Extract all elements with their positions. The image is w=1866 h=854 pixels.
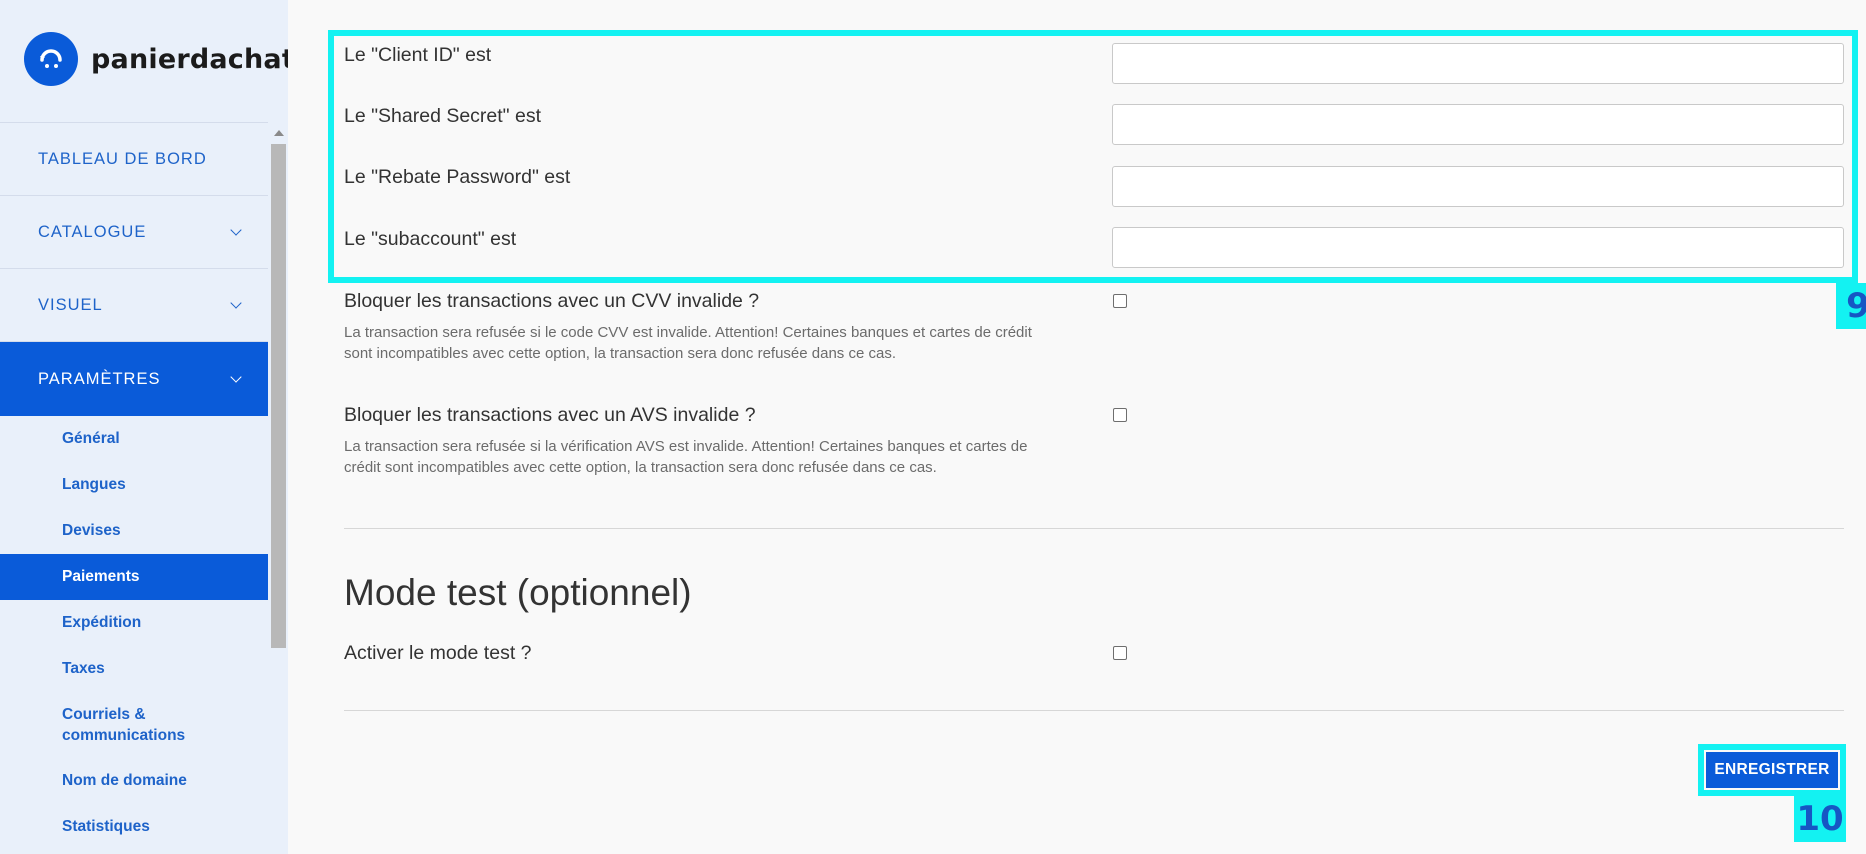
sidebar-nav: TABLEAU DE BORD CATALOGUE VISUEL PARAMÈT… xyxy=(0,123,268,850)
nav-item-tableau-de-bord[interactable]: TABLEAU DE BORD xyxy=(0,123,268,196)
sub-item-nom-de-domaine[interactable]: Nom de domaine xyxy=(0,758,268,804)
test-mode-checkbox[interactable] xyxy=(1113,646,1127,660)
chevron-down-icon xyxy=(230,371,242,383)
sub-item-expedition[interactable]: Expédition xyxy=(0,600,268,646)
sidebar: panierdachat TABLEAU DE BORD CATALOGUE V… xyxy=(0,0,288,854)
sub-item-courriels[interactable]: Courriels & communications xyxy=(0,692,268,758)
nav-item-parametres[interactable]: PARAMÈTRES xyxy=(0,342,268,416)
shared-secret-label: Le "Shared Secret" est xyxy=(344,105,542,127)
sub-item-langues[interactable]: Langues xyxy=(0,462,268,508)
chevron-down-icon xyxy=(230,224,242,236)
subaccount-label: Le "subaccount" est xyxy=(344,228,517,250)
annotation-tag-save: 10 xyxy=(1794,796,1846,842)
shared-secret-input[interactable] xyxy=(1112,104,1844,145)
chevron-down-icon xyxy=(230,297,242,309)
brand[interactable]: panierdachat xyxy=(24,32,288,86)
brand-name: panierdachat xyxy=(91,43,288,75)
sub-item-taxes[interactable]: Taxes xyxy=(0,646,268,692)
cvv-description: La transaction sera refusée si le code C… xyxy=(344,324,1032,362)
nav-item-label: PARAMÈTRES xyxy=(38,369,161,388)
save-button[interactable]: ENREGISTRER xyxy=(1706,752,1838,788)
avs-checkbox[interactable] xyxy=(1113,408,1127,422)
nav-item-label: VISUEL xyxy=(38,295,103,314)
nav-item-label: TABLEAU DE BORD xyxy=(38,149,207,168)
subaccount-input[interactable] xyxy=(1112,227,1844,268)
nav-item-visuel[interactable]: VISUEL xyxy=(0,269,268,342)
test-mode-title: Mode test (optionnel) xyxy=(344,572,692,613)
nav-item-label: CATALOGUE xyxy=(38,222,147,241)
scroll-up-icon[interactable] xyxy=(274,130,284,136)
annotation-tag-fields: 9 xyxy=(1836,283,1866,329)
section-divider xyxy=(344,528,1844,529)
section-divider xyxy=(344,710,1844,711)
cvv-checkbox[interactable] xyxy=(1113,294,1127,308)
client-id-input[interactable] xyxy=(1112,43,1844,84)
sub-item-general[interactable]: Général xyxy=(0,416,268,462)
cvv-label: Bloquer les transactions avec un CVV inv… xyxy=(344,290,760,312)
cart-smile-icon xyxy=(24,32,78,86)
main-content: Le "Client ID" est Le "Shared Secret" es… xyxy=(288,0,1866,854)
nav-item-catalogue[interactable]: CATALOGUE xyxy=(0,196,268,269)
parametres-submenu: Général Langues Devises Paiements Expédi… xyxy=(0,416,268,850)
sub-item-devises[interactable]: Devises xyxy=(0,508,268,554)
sub-item-statistiques[interactable]: Statistiques xyxy=(0,804,268,850)
sidebar-scrollbar[interactable] xyxy=(270,126,286,854)
avs-label: Bloquer les transactions avec un AVS inv… xyxy=(344,404,756,426)
sub-item-label: Courriels & communications xyxy=(62,706,186,744)
test-mode-label: Activer le mode test ? xyxy=(344,642,532,664)
scroll-thumb[interactable] xyxy=(271,144,286,648)
avs-description: La transaction sera refusée si la vérifi… xyxy=(344,438,1028,476)
rebate-password-input[interactable] xyxy=(1112,166,1844,207)
rebate-password-label: Le "Rebate Password" est xyxy=(344,166,571,188)
client-id-label: Le "Client ID" est xyxy=(344,44,492,66)
sub-item-paiements[interactable]: Paiements xyxy=(0,554,268,600)
